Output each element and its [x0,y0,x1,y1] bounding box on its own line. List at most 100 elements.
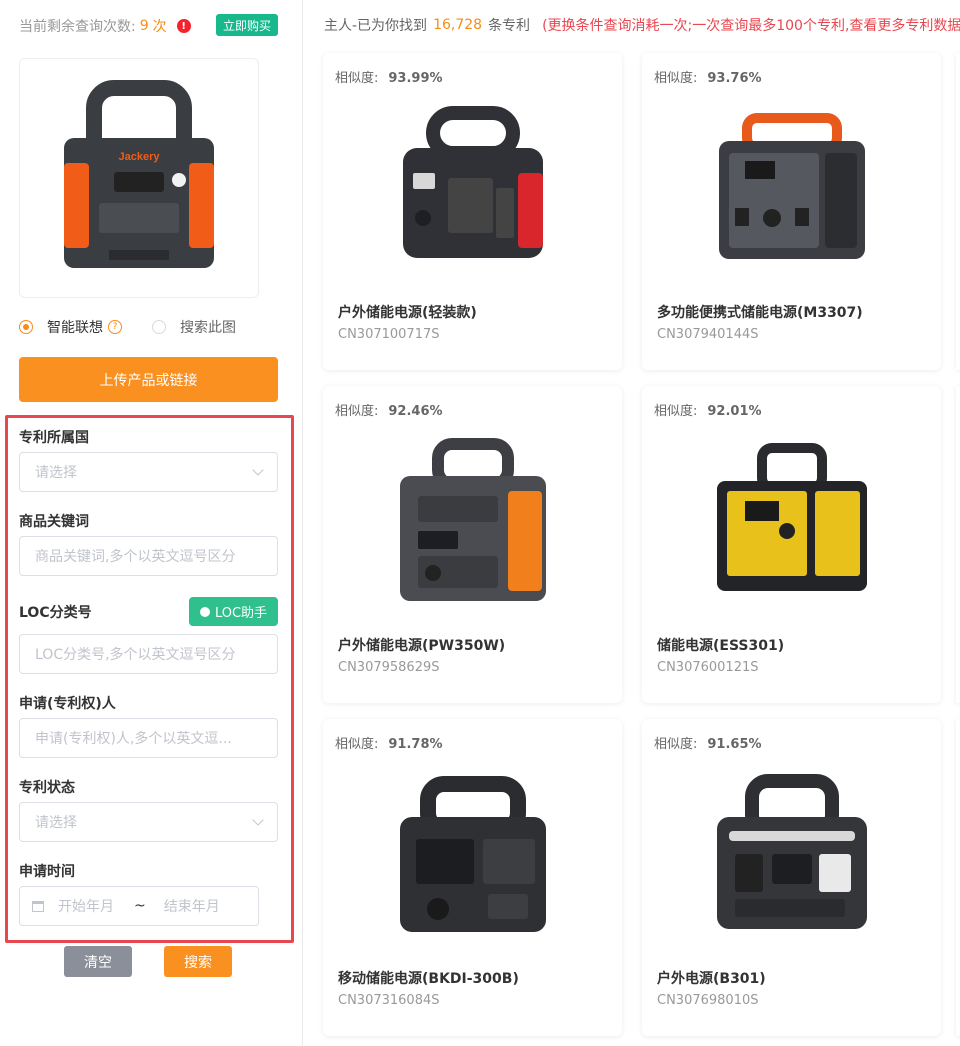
date-label: 申请时间 [19,864,75,880]
chevron-down-icon [252,814,264,826]
power-station-image [719,113,865,259]
patent-title: 移动储能电源(BKDI-300B) [338,971,519,987]
similarity: 相似度: 92.46% [335,400,443,419]
loc-assistant-label: LOC助手 [214,606,268,621]
buy-now-button[interactable]: 立即购买 [216,14,278,36]
result-card-partial[interactable] [956,53,960,370]
applicant-placeholder: 申请(专利权)人,多个以英文逗... [35,731,232,747]
similarity-value: 93.99% [388,71,443,86]
result-card[interactable]: 相似度: 91.78% 移动储能电源(BKDI-300B) CN307316084… [323,719,622,1036]
date-start-placeholder[interactable]: 开始年月 [58,896,114,916]
radio-checked-icon [19,320,33,334]
applicant-input[interactable]: 申请(专利权)人,多个以英文逗... [19,718,278,758]
power-station-image [400,438,546,601]
result-card[interactable]: 相似度: 91.65% 户外电源(B301) CN307698010S [642,719,941,1036]
patent-code: CN307316084S [338,993,440,1008]
result-card[interactable]: 相似度: 92.46% 户外储能电源(PW350W) CN307958629S [323,386,622,703]
quota-bar: 当前剩余查询次数: 9 次 ! [19,16,191,36]
results-note: (更换条件查询消耗一次;一次查询最多100个专利,查看更多专利数据 [542,18,960,34]
results-count: 16,728 [433,17,483,33]
calendar-icon [32,900,44,912]
status-placeholder: 请选择 [35,815,77,831]
result-card-partial[interactable] [956,386,960,703]
similarity: 相似度: 91.65% [654,733,762,752]
search-mode-radios: 智能联想 ? 搜索此图 [19,316,279,338]
similarity: 相似度: 92.01% [654,400,762,419]
keyword-label: 商品关键词 [19,514,89,530]
loc-input[interactable]: LOC分类号,多个以英文逗号区分 [19,634,278,674]
quota-label: 当前剩余查询次数: [19,19,136,35]
chevron-down-icon [252,464,264,476]
similarity-value: 91.78% [388,737,443,752]
similarity-value: 92.46% [388,404,443,419]
radio-smart-association-label: 智能联想 [47,320,103,336]
loc-placeholder: LOC分类号,多个以英文逗号区分 [35,647,236,663]
power-station-image [717,774,867,929]
search-button[interactable]: 搜索 [164,946,232,977]
patent-code: CN307100717S [338,327,440,342]
status-label: 专利状态 [19,780,75,796]
product-image [702,431,882,611]
radio-search-this-image-label: 搜索此图 [180,320,236,336]
keyword-input[interactable]: 商品关键词,多个以英文逗号区分 [19,536,278,576]
result-card[interactable]: 相似度: 92.01% 储能电源(ESS301) CN307600121S [642,386,941,703]
help-icon[interactable]: ? [108,320,122,334]
patent-title: 储能电源(ESS301) [657,638,785,654]
similarity: 相似度: 93.76% [654,67,762,86]
keyword-placeholder: 商品关键词,多个以英文逗号区分 [35,549,236,565]
uploaded-product-image: Jackery [19,58,259,298]
similarity-value: 93.76% [707,71,762,86]
warning-icon[interactable]: ! [176,19,191,33]
patent-title: 户外储能电源(轻装款) [338,305,477,321]
patent-code: CN307698010S [657,993,759,1008]
similarity-label: 相似度: [335,737,379,752]
product-image [383,764,563,944]
power-station-image [403,106,543,258]
similarity-label: 相似度: [654,71,698,86]
status-select[interactable]: 请选择 [19,802,278,842]
quota-unit: 次 [152,19,167,35]
results-prefix: 主人-已为你找到 [324,18,428,34]
result-card-partial[interactable] [956,719,960,1036]
power-station-image [400,776,546,932]
lightbulb-icon [199,606,210,617]
panel-divider [302,0,303,1046]
results-suffix: 条专利 [488,18,531,34]
svg-text:Jackery: Jackery [119,151,161,163]
loc-assistant-button[interactable]: LOC助手 [189,597,278,626]
left-panel: 当前剩余查询次数: 9 次 ! 立即购买 Jackery 智能联想 ? 搜索此图 [0,0,302,1046]
similarity-label: 相似度: [335,71,379,86]
radio-smart-association[interactable]: 智能联想 ? [19,317,122,337]
applicant-label: 申请(专利权)人 [19,696,116,712]
upload-product-button[interactable]: 上传产品或链接 [19,357,278,402]
quota-count: 9 [139,18,149,34]
date-end-placeholder[interactable]: 结束年月 [164,896,220,916]
date-range-picker[interactable]: 开始年月 ~ 结束年月 [19,886,259,926]
patent-code: CN307600121S [657,660,759,675]
similarity: 相似度: 91.78% [335,733,443,752]
patent-code: CN307958629S [338,660,440,675]
patent-code: CN307940144S [657,327,759,342]
radio-unchecked-icon [152,320,166,334]
loc-label: LOC分类号 [19,605,92,621]
similarity-value: 91.65% [707,737,762,752]
product-image [702,764,882,944]
product-image [702,98,882,278]
patent-title: 户外储能电源(PW350W) [338,638,506,654]
result-card[interactable]: 相似度: 93.76% 多功能便携式储能电源(M3307) CN307940144… [642,53,941,370]
power-station-image: Jackery [64,80,214,268]
country-select[interactable]: 请选择 [19,452,278,492]
power-station-image [717,443,867,591]
radio-search-this-image[interactable]: 搜索此图 [152,317,236,337]
result-card[interactable]: 相似度: 93.99% 户外储能电源(轻装款) CN307100717S [323,53,622,370]
patent-title: 户外电源(B301) [657,971,766,987]
country-label: 专利所属国 [19,430,89,446]
date-separator: ~ [134,898,146,914]
similarity: 相似度: 93.99% [335,67,443,86]
patent-title: 多功能便携式储能电源(M3307) [657,305,863,321]
country-placeholder: 请选择 [35,465,77,481]
similarity-label: 相似度: [335,404,379,419]
product-image [383,98,563,278]
clear-button[interactable]: 清空 [64,946,132,977]
similarity-label: 相似度: [654,404,698,419]
